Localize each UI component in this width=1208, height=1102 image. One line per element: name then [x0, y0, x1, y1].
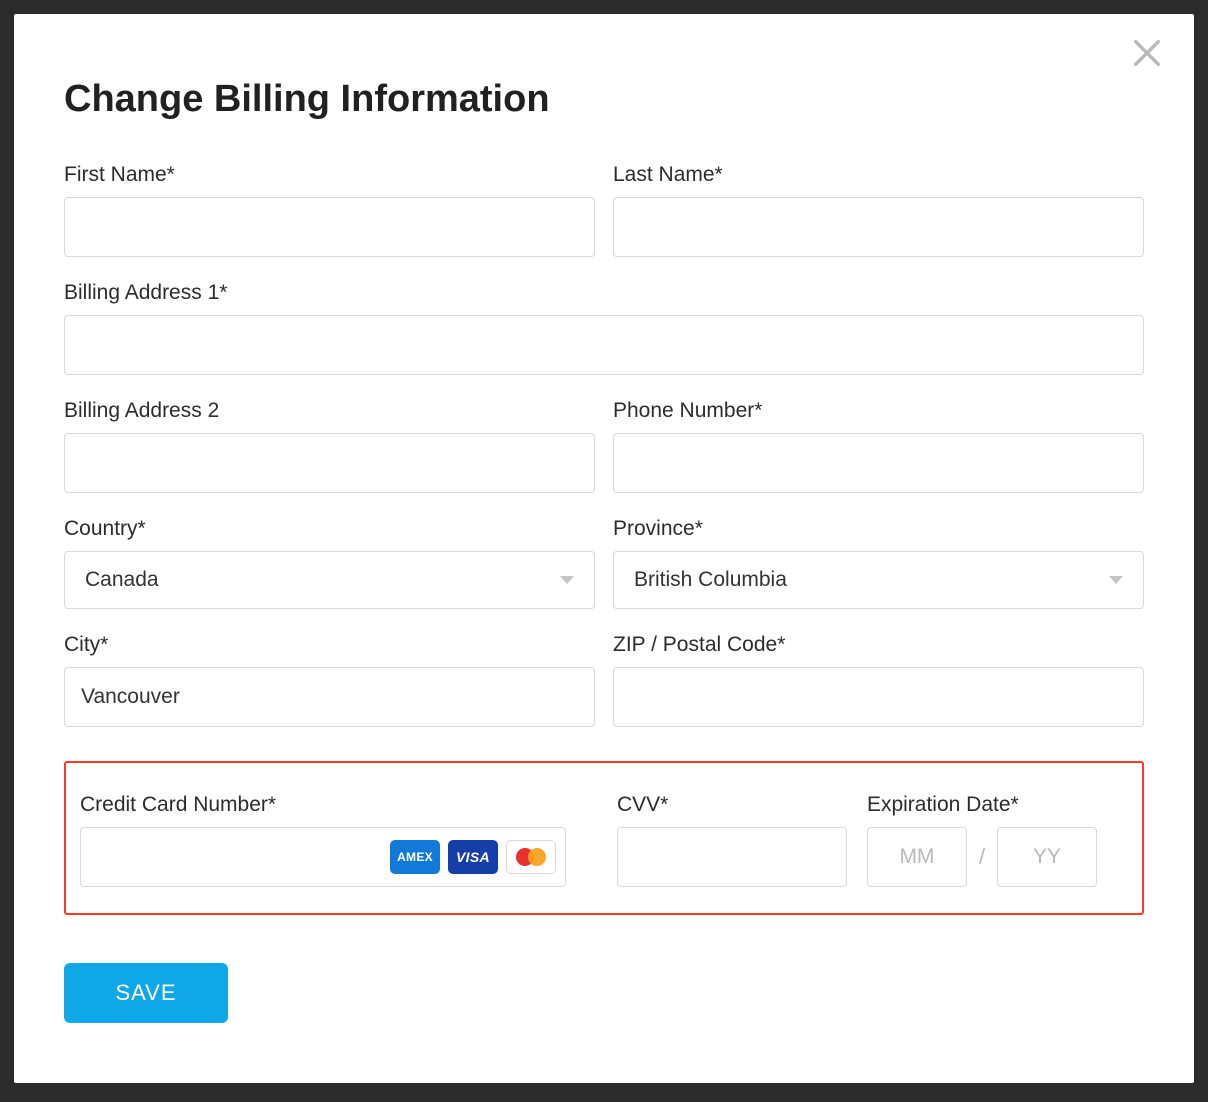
- last-name-label: Last Name*: [613, 163, 1144, 187]
- amex-icon: AMEX: [390, 840, 440, 874]
- mastercard-icon: [506, 840, 556, 874]
- address2-label: Billing Address 2: [64, 399, 595, 423]
- visa-icon: VISA: [448, 840, 498, 874]
- phone-field: Phone Number*: [613, 399, 1144, 493]
- chevron-down-icon: [560, 576, 574, 584]
- cvv-input[interactable]: [617, 827, 847, 887]
- zip-input[interactable]: [613, 667, 1144, 727]
- phone-label: Phone Number*: [613, 399, 1144, 423]
- province-label: Province*: [613, 517, 1144, 541]
- address1-input[interactable]: [64, 315, 1144, 375]
- last-name-input[interactable]: [613, 197, 1144, 257]
- cc-number-label: Credit Card Number*: [80, 793, 597, 817]
- first-name-label: First Name*: [64, 163, 595, 187]
- expiration-year-input[interactable]: [997, 827, 1097, 887]
- province-select[interactable]: British Columbia: [613, 551, 1144, 609]
- first-name-field: First Name*: [64, 163, 595, 257]
- address2-field: Billing Address 2: [64, 399, 595, 493]
- country-selected-value: Canada: [85, 568, 159, 592]
- last-name-field: Last Name*: [613, 163, 1144, 257]
- zip-field: ZIP / Postal Code*: [613, 633, 1144, 727]
- cc-number-field: Credit Card Number* AMEX VISA: [80, 793, 597, 887]
- phone-input[interactable]: [613, 433, 1144, 493]
- address1-field: Billing Address 1*: [64, 281, 1144, 375]
- billing-form-grid: First Name* Last Name* Billing Address 1…: [64, 163, 1144, 727]
- expiration-label: Expiration Date*: [867, 793, 1128, 817]
- country-label: Country*: [64, 517, 595, 541]
- billing-modal: Change Billing Information First Name* L…: [14, 14, 1194, 1083]
- expiration-month-input[interactable]: [867, 827, 967, 887]
- province-field: Province* British Columbia: [613, 517, 1144, 609]
- chevron-down-icon: [1109, 576, 1123, 584]
- country-select[interactable]: Canada: [64, 551, 595, 609]
- address2-input[interactable]: [64, 433, 595, 493]
- expiration-field: Expiration Date* /: [867, 793, 1128, 887]
- card-brand-icons: AMEX VISA: [390, 840, 556, 874]
- cvv-field: CVV*: [617, 793, 847, 887]
- first-name-input[interactable]: [64, 197, 595, 257]
- credit-card-section: Credit Card Number* AMEX VISA CVV* Expir…: [64, 761, 1144, 915]
- country-field: Country* Canada: [64, 517, 595, 609]
- address1-label: Billing Address 1*: [64, 281, 1144, 305]
- modal-title: Change Billing Information: [64, 78, 1144, 121]
- cvv-label: CVV*: [617, 793, 847, 817]
- province-selected-value: British Columbia: [634, 568, 787, 592]
- city-label: City*: [64, 633, 595, 657]
- city-field: City*: [64, 633, 595, 727]
- close-icon[interactable]: [1130, 36, 1164, 70]
- city-input[interactable]: [64, 667, 595, 727]
- expiration-separator: /: [979, 844, 985, 870]
- save-button[interactable]: SAVE: [64, 963, 228, 1023]
- zip-label: ZIP / Postal Code*: [613, 633, 1144, 657]
